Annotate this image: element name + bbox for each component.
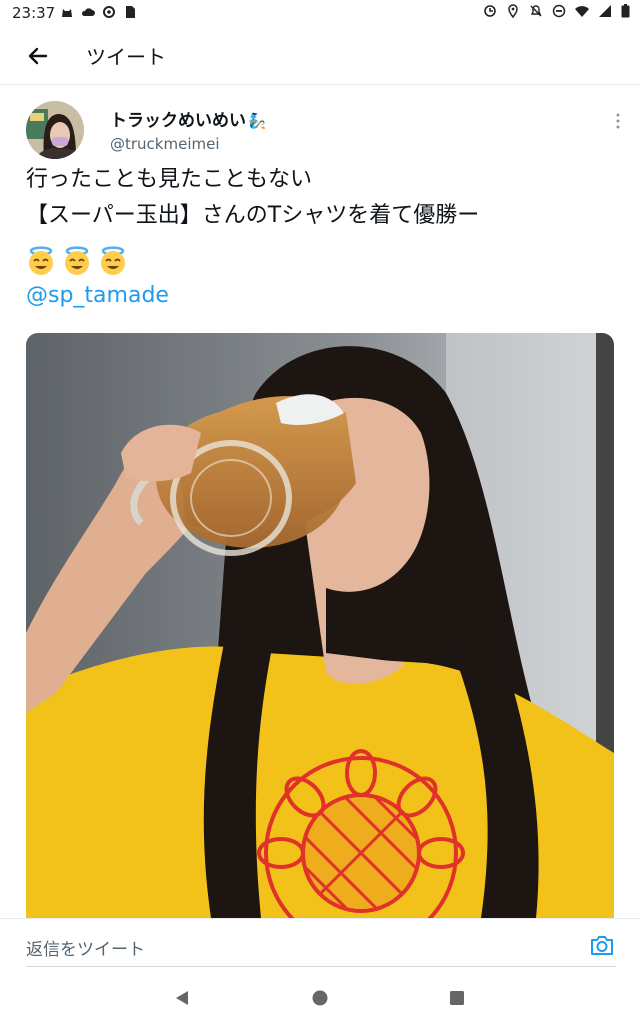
emoji-row — [26, 246, 128, 276]
app-header: ツイート — [0, 26, 640, 85]
status-time: 23:37 — [12, 4, 56, 22]
back-triangle-icon[interactable] — [172, 988, 192, 1008]
page-title: ツイート — [86, 45, 166, 69]
genie-emoji: 🧞 — [248, 112, 267, 130]
avatar[interactable] — [26, 101, 84, 159]
signal-icon — [599, 5, 611, 17]
battery-icon — [621, 4, 630, 18]
home-circle-icon[interactable] — [310, 988, 330, 1008]
reply-divider — [26, 966, 616, 967]
camera-icon[interactable] — [590, 934, 614, 956]
author-name[interactable]: トラックめいめい 🧞 — [110, 106, 267, 131]
wifi-icon — [575, 6, 589, 17]
author-handle[interactable]: @truckmeimei — [110, 135, 220, 153]
mention-link[interactable]: @sp_tamade — [26, 283, 169, 308]
halo-smile-emoji-icon — [29, 246, 53, 275]
status-bar: 23:37 — [0, 0, 640, 26]
cloud-icon — [81, 8, 95, 16]
cat-icon — [62, 9, 72, 17]
sd-card-icon — [126, 6, 135, 18]
halo-smile-emoji-icon — [65, 246, 89, 275]
tweet-text: 行ったことも見たこともない 【スーパー玉出】さんのTシャツを着て優勝ー — [26, 162, 616, 234]
reply-input[interactable]: 返信をツイート — [26, 935, 145, 960]
more-options-icon[interactable] — [610, 112, 626, 130]
recents-square-icon[interactable] — [447, 988, 467, 1008]
sync-icon — [484, 5, 496, 17]
tweet-photo[interactable] — [26, 333, 614, 918]
tweet-line-2: 【スーパー玉出】さんのTシャツを着て優勝ー — [26, 203, 480, 228]
alarm-off-icon — [530, 5, 542, 17]
tweet-line-1: 行ったことも見たこともない — [26, 167, 313, 192]
author-name-text: トラックめいめい — [110, 111, 246, 131]
reply-bar: 返信をツイート — [0, 918, 640, 973]
system-nav-bar — [0, 972, 640, 1024]
halo-smile-emoji-icon — [101, 246, 125, 275]
location-icon — [508, 4, 518, 18]
settings-icon — [103, 6, 115, 18]
arrow-left-icon[interactable] — [24, 42, 52, 70]
do-not-disturb-icon — [552, 4, 566, 18]
